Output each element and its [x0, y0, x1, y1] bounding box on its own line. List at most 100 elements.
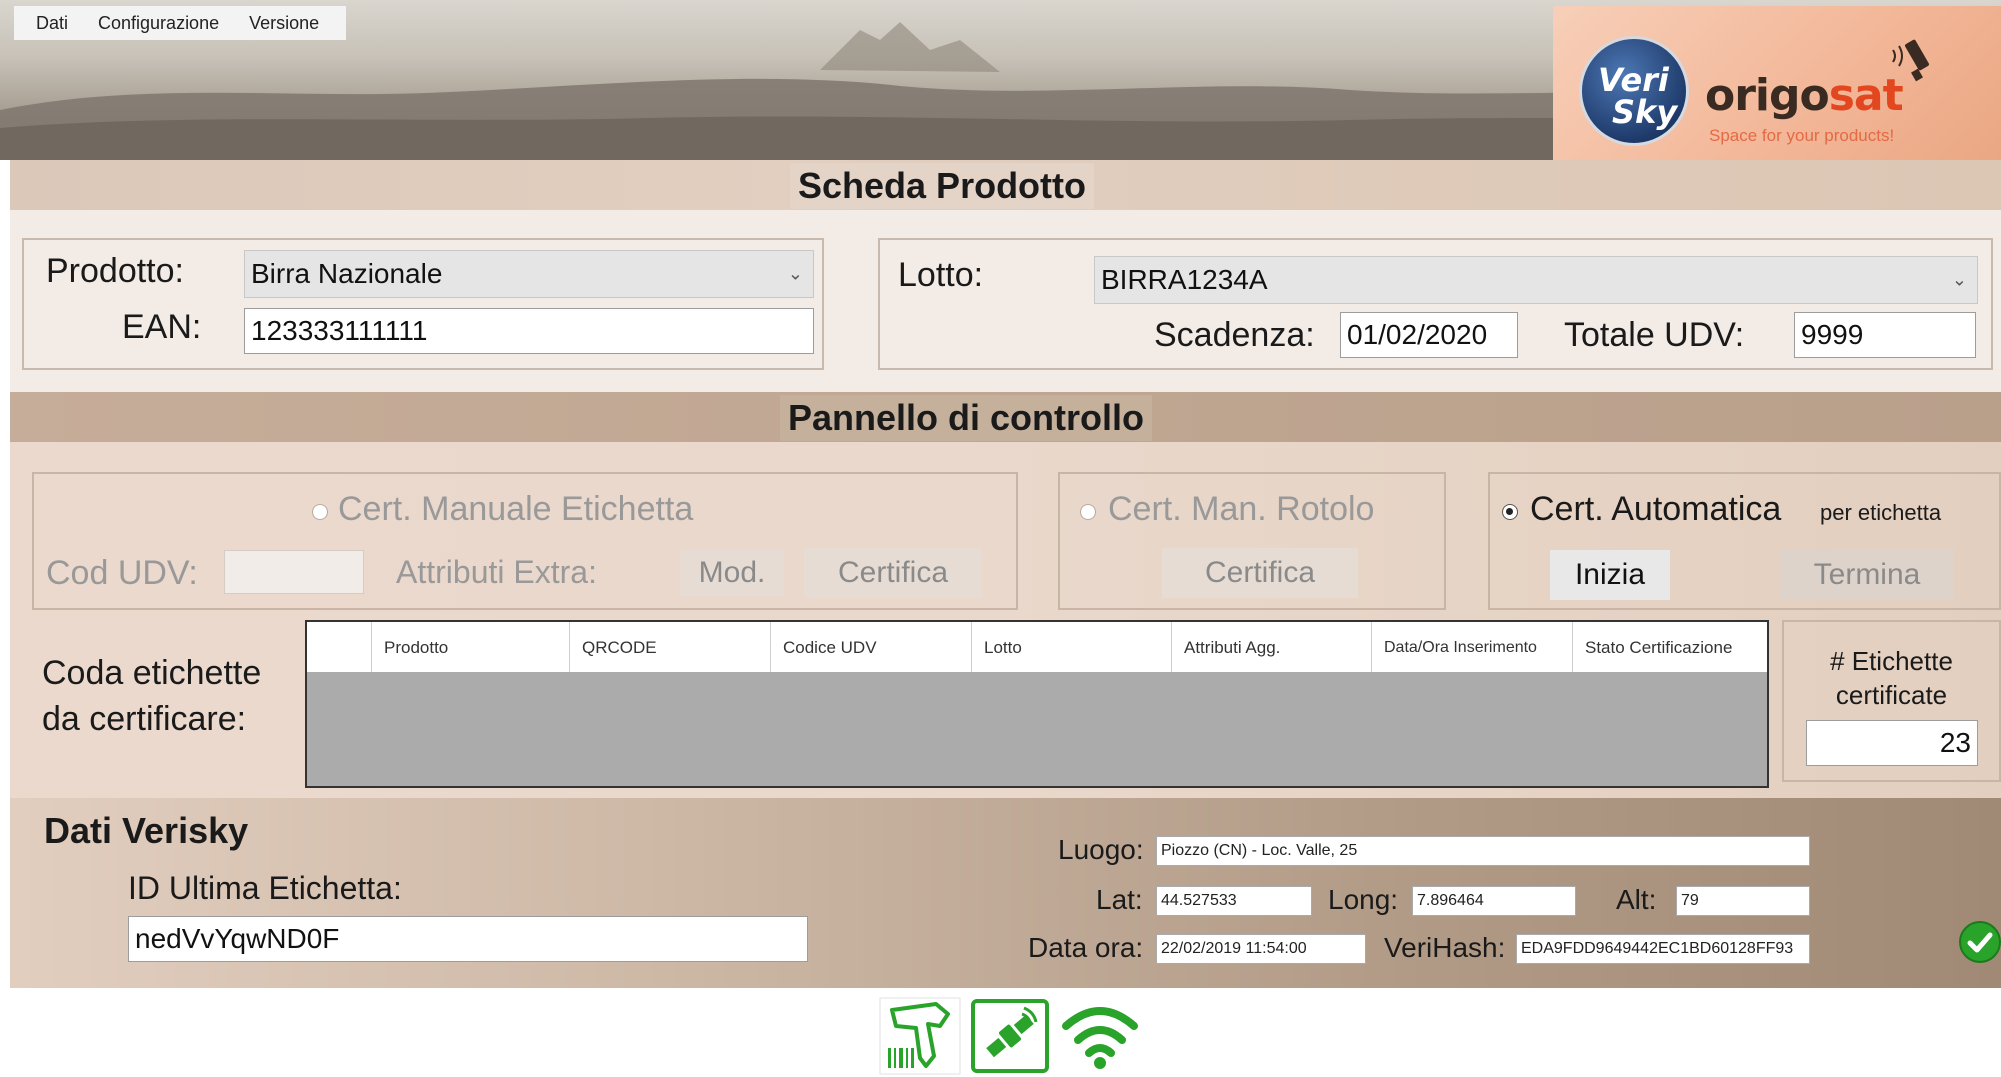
- prodotto-value: Birra Nazionale: [251, 258, 443, 289]
- cert-rotolo-label: Cert. Man. Rotolo: [1108, 490, 1375, 528]
- wifi-icon: [1062, 1007, 1138, 1069]
- cert-rotolo-radio[interactable]: [1080, 504, 1096, 520]
- data-ora-field[interactable]: 22/02/2019 11:54:00: [1156, 934, 1366, 964]
- data-ora-value: 22/02/2019 11:54:00: [1161, 940, 1307, 957]
- lotto-group: Lotto: BIRRA1234A ⌄ Scadenza: 01/02/2020…: [878, 238, 1993, 370]
- scadenza-value: 01/02/2020: [1347, 319, 1488, 350]
- column-header-prodotto[interactable]: Prodotto: [371, 622, 569, 672]
- coda-label-line2: da certificare:: [42, 700, 247, 738]
- totale-udv-field[interactable]: 9999: [1794, 312, 1976, 358]
- column-header-lotto[interactable]: Lotto: [971, 622, 1171, 672]
- lat-value: 44.527533: [1161, 892, 1237, 909]
- column-header-data-ora[interactable]: Data/Ora Inserimento: [1371, 622, 1572, 672]
- scadenza-label: Scadenza:: [1154, 316, 1315, 354]
- ean-field[interactable]: 123333111111: [244, 308, 814, 354]
- cert-automatica-group: Cert. Automatica per etichetta Inizia Te…: [1488, 472, 2001, 610]
- cert-automatica-suffix: per etichetta: [1820, 500, 1942, 525]
- termina-button[interactable]: Termina: [1780, 550, 1954, 600]
- totale-udv-value: 9999: [1801, 319, 1864, 350]
- check-icon: [1959, 921, 2001, 963]
- verisky-logo: Veri Sky: [1579, 36, 1689, 146]
- scheda-prodotto-title: Scheda Prodotto: [790, 163, 1095, 209]
- column-header-attributi[interactable]: Attributi Agg.: [1171, 622, 1371, 672]
- logo-panel: Veri Sky origosat Space for your product…: [1553, 6, 2001, 160]
- lotto-value: BIRRA1234A: [1101, 264, 1268, 295]
- cert-manuale-label: Cert. Manuale Etichetta: [338, 490, 694, 528]
- column-header-codice-udv[interactable]: Codice UDV: [770, 622, 971, 672]
- origosat-logo-part1: origo: [1705, 70, 1830, 121]
- menu-bar: Dati Configurazione Versione: [14, 6, 346, 40]
- counter-label-line1: # Etichette: [1830, 646, 1953, 676]
- chevron-down-icon[interactable]: ⌄: [788, 264, 803, 285]
- cod-udv-field[interactable]: [224, 550, 364, 594]
- verihash-field[interactable]: EDA9FDD9649442EC1BD60128FF93: [1516, 934, 1810, 964]
- luogo-value: Piozzo (CN) - Loc. Valle, 25: [1161, 842, 1358, 859]
- long-label: Long:: [1328, 884, 1399, 915]
- column-header-selector[interactable]: [307, 622, 371, 672]
- dati-verisky-title: Dati Verisky: [44, 810, 249, 851]
- pannello-controllo-bar: Pannello di controllo: [10, 392, 2001, 442]
- coda-label-line1: Coda etichette: [42, 654, 262, 692]
- totale-udv-label: Totale UDV:: [1564, 316, 1745, 354]
- status-footer: [0, 988, 2001, 1077]
- cod-udv-label: Cod UDV:: [46, 554, 198, 592]
- counter-label-line2: certificate: [1835, 680, 1948, 710]
- cert-automatica-radio[interactable]: [1502, 504, 1518, 520]
- lat-label: Lat:: [1096, 884, 1143, 915]
- ean-value: 123333111111: [251, 315, 428, 346]
- alt-label: Alt:: [1616, 884, 1657, 915]
- coda-table[interactable]: Prodotto QRCODE Codice UDV Lotto Attribu…: [305, 620, 1769, 788]
- column-header-stato[interactable]: Stato Certificazione: [1572, 622, 1767, 672]
- menu-configurazione[interactable]: Configurazione: [98, 13, 219, 34]
- menu-dati[interactable]: Dati: [36, 13, 68, 34]
- prodotto-combobox[interactable]: Birra Nazionale ⌄: [244, 250, 814, 298]
- table-header: Prodotto QRCODE Codice UDV Lotto Attribu…: [307, 622, 1767, 672]
- satellite-logo-icon: [1892, 39, 1929, 82]
- data-ora-label: Data ora:: [1028, 932, 1144, 963]
- product-area: Prodotto: Birra Nazionale ⌄ EAN: 1233331…: [10, 210, 2001, 392]
- lotto-label: Lotto:: [898, 256, 984, 294]
- luogo-label: Luogo:: [1058, 834, 1144, 865]
- certifica-rotolo-button[interactable]: Certifica: [1162, 548, 1358, 598]
- verisky-logo-text-2: Sky: [1612, 93, 1678, 131]
- chevron-down-icon[interactable]: ⌄: [1952, 270, 1967, 291]
- menu-versione[interactable]: Versione: [249, 13, 319, 34]
- column-header-qrcode[interactable]: QRCODE: [569, 622, 770, 672]
- lotto-combobox[interactable]: BIRRA1234A ⌄: [1094, 256, 1978, 304]
- pannello-controllo-title: Pannello di controllo: [780, 395, 1153, 441]
- header-banner: Dati Configurazione Versione Veri Sky or…: [0, 0, 2001, 160]
- certifica-manuale-button[interactable]: Certifica: [804, 548, 982, 598]
- luogo-field[interactable]: Piozzo (CN) - Loc. Valle, 25: [1156, 836, 1810, 866]
- id-ultima-etichetta-label: ID Ultima Etichetta:: [128, 870, 402, 906]
- origosat-tagline: Space for your products!: [1709, 126, 1895, 145]
- prodotto-label: Prodotto:: [46, 252, 184, 290]
- attributi-extra-label: Attributi Extra:: [396, 554, 597, 590]
- id-ultima-etichetta-value: nedVvYqwND0F: [135, 923, 340, 954]
- verihash-value: EDA9FDD9649442EC1BD60128FF93: [1521, 940, 1794, 957]
- alt-field[interactable]: 79: [1676, 886, 1810, 916]
- app-window: Dati Configurazione Versione Veri Sky or…: [0, 0, 2001, 1077]
- counter-value: 23: [1939, 727, 1971, 758]
- id-ultima-etichetta-field[interactable]: nedVvYqwND0F: [128, 916, 808, 962]
- cert-manuale-group: Cert. Manuale Etichetta Cod UDV: Attribu…: [32, 472, 1018, 610]
- inizia-button[interactable]: Inizia: [1550, 550, 1670, 600]
- etichette-counter-group: # Etichette certificate 23: [1782, 620, 2001, 782]
- alt-value: 79: [1681, 892, 1699, 909]
- cert-manuale-radio[interactable]: [312, 504, 328, 520]
- verihash-label: VeriHash:: [1384, 932, 1506, 963]
- cert-rotolo-group: Cert. Man. Rotolo Certifica: [1058, 472, 1446, 610]
- dati-verisky-area: Dati Verisky ID Ultima Etichetta: nedVvY…: [10, 798, 2001, 988]
- counter-field: 23: [1806, 720, 1978, 766]
- cert-automatica-label: Cert. Automatica: [1530, 490, 1782, 528]
- origosat-logo: origosat: [1705, 70, 1904, 121]
- barcode-scanner-icon: [879, 997, 961, 1075]
- long-field[interactable]: 7.896464: [1412, 886, 1576, 916]
- scheda-prodotto-bar: Scheda Prodotto: [10, 160, 2001, 210]
- scadenza-field[interactable]: 01/02/2020: [1340, 312, 1518, 358]
- ean-label: EAN:: [122, 308, 202, 346]
- mod-button[interactable]: Mod.: [680, 550, 784, 596]
- long-value: 7.896464: [1417, 892, 1484, 909]
- lat-field[interactable]: 44.527533: [1156, 886, 1312, 916]
- product-group: Prodotto: Birra Nazionale ⌄ EAN: 1233331…: [22, 238, 824, 370]
- satellite-icon: [971, 999, 1049, 1073]
